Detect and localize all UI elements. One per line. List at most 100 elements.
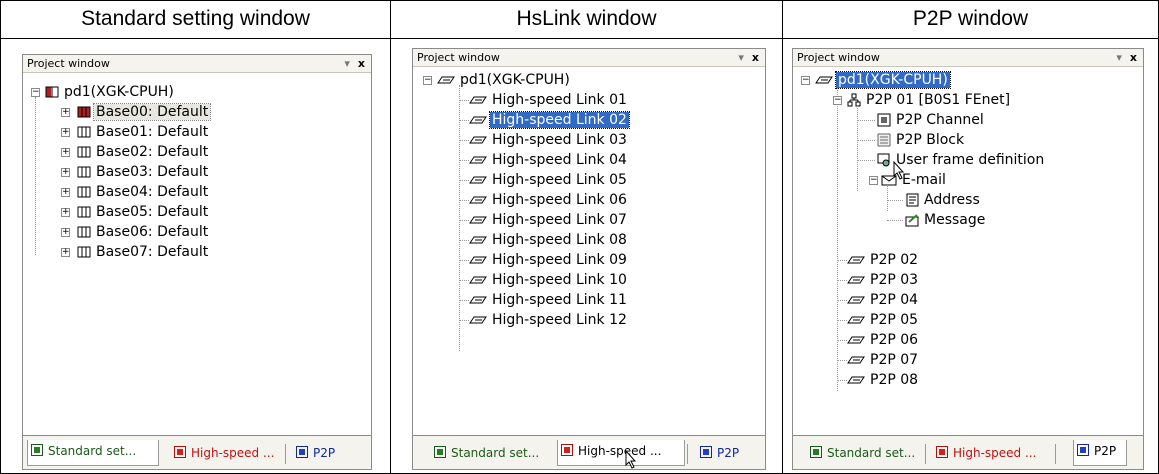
tab-highspeed[interactable]: High-speed ... bbox=[933, 442, 1045, 464]
tree-root[interactable]: pd1(XGK-CPUH) bbox=[815, 70, 951, 90]
network-cable-icon bbox=[469, 116, 487, 124]
close-icon[interactable]: x bbox=[358, 57, 365, 70]
pin-icon[interactable]: ▾ bbox=[738, 51, 744, 64]
panel-title: Project window bbox=[27, 57, 110, 70]
tree-item-p2p[interactable]: P2P 06 bbox=[847, 330, 920, 350]
tree-item-hslink[interactable]: High-speed Link 06 bbox=[469, 190, 629, 210]
tree-item-base[interactable]: Base01: Default bbox=[77, 122, 210, 142]
close-icon[interactable]: x bbox=[1130, 51, 1137, 64]
expand-icon[interactable]: + bbox=[61, 208, 70, 217]
tree-item-base[interactable]: Base07: Default bbox=[77, 242, 210, 262]
tree-root-label: pd1(XGK-CPUH) bbox=[64, 84, 174, 100]
tree-item-p2p-channel[interactable]: P2P Channel bbox=[877, 110, 986, 130]
header-divider bbox=[0, 38, 1159, 39]
network-cable-icon bbox=[847, 336, 865, 344]
tree-item-p2p[interactable]: P2P 02 bbox=[847, 250, 920, 270]
tree-item-email[interactable]: E-mail bbox=[881, 170, 948, 190]
tree-item-hslink[interactable]: High-speed Link 11 bbox=[469, 290, 629, 310]
tree-item-label: High-speed Link 02 bbox=[489, 111, 630, 129]
network-cable-icon bbox=[469, 256, 487, 264]
expand-icon[interactable]: + bbox=[61, 128, 70, 137]
collapse-icon[interactable]: − bbox=[423, 76, 432, 85]
expand-icon[interactable]: + bbox=[61, 108, 70, 117]
panel-tabbar: Standard set... High-speed ... P2P bbox=[413, 435, 765, 469]
pin-icon[interactable]: ▾ bbox=[1116, 51, 1122, 64]
pin-icon[interactable]: ▾ bbox=[344, 57, 350, 70]
tree-item-label: P2P Block bbox=[896, 132, 965, 148]
tree-item-label: User frame definition bbox=[896, 152, 1045, 168]
expand-icon[interactable]: + bbox=[61, 168, 70, 177]
network-cable-icon bbox=[469, 276, 487, 284]
collapse-icon[interactable]: − bbox=[833, 96, 842, 105]
tree-item-hslink[interactable]: High-speed Link 10 bbox=[469, 270, 629, 290]
tab-highspeed-label: High-speed ... bbox=[953, 446, 1037, 460]
tree-item-label: E-mail bbox=[902, 172, 946, 188]
tree-item-hslink[interactable]: High-speed Link 07 bbox=[469, 210, 629, 230]
tab-standard[interactable]: Standard set... bbox=[431, 442, 541, 464]
collapse-icon[interactable]: − bbox=[801, 76, 810, 85]
tree-item-label: Base06: Default bbox=[96, 224, 209, 240]
tab-p2p[interactable]: P2P bbox=[697, 442, 747, 464]
tree-root[interactable]: pd1(XGK-CPUH) bbox=[437, 70, 572, 90]
tree-item-base[interactable]: Base03: Default bbox=[77, 162, 210, 182]
tree-item-label: High-speed Link 10 bbox=[492, 272, 627, 288]
collapse-icon[interactable]: − bbox=[869, 176, 878, 185]
tree-item-label: Base00: Default bbox=[92, 103, 212, 121]
tree-root[interactable]: pd1(XGK-CPUH) bbox=[45, 82, 176, 102]
address-book-icon bbox=[906, 193, 919, 207]
tree-item-message[interactable]: Message bbox=[905, 210, 987, 230]
tab-highspeed-label: High-speed ... bbox=[191, 446, 275, 460]
tab-highspeed[interactable]: High-speed ... bbox=[171, 442, 283, 464]
tree-item-p2p[interactable]: P2P 04 bbox=[847, 290, 920, 310]
tree-item-p2p[interactable]: P2P 05 bbox=[847, 310, 920, 330]
panel-titlebar: Project window ▾ x bbox=[413, 49, 765, 67]
panel-titlebar: Project window ▾ x bbox=[23, 55, 371, 73]
expand-icon[interactable]: + bbox=[61, 248, 70, 257]
tab-p2p[interactable]: P2P bbox=[1073, 440, 1127, 466]
tree-item-label: P2P 02 bbox=[870, 252, 919, 268]
network-cable-icon bbox=[469, 156, 487, 164]
tree-item-label: P2P 04 bbox=[870, 292, 919, 308]
cpu-icon bbox=[45, 86, 59, 98]
tree-item-label: P2P 06 bbox=[870, 332, 919, 348]
tab-standard[interactable]: Standard set... bbox=[807, 442, 917, 464]
tree-item-base[interactable]: Base05: Default bbox=[77, 202, 210, 222]
table-border-left bbox=[0, 0, 1, 474]
expand-icon[interactable]: + bbox=[61, 228, 70, 237]
tree-item-hslink[interactable]: High-speed Link 08 bbox=[469, 230, 629, 250]
tree-item-hslink[interactable]: High-speed Link 05 bbox=[469, 170, 629, 190]
collapse-icon[interactable]: − bbox=[31, 88, 40, 97]
network-cable-icon bbox=[437, 76, 455, 84]
tree-item-base[interactable]: Base04: Default bbox=[77, 182, 210, 202]
user-frame-icon bbox=[877, 153, 890, 167]
tree-item-hslink[interactable]: High-speed Link 04 bbox=[469, 150, 629, 170]
tab-highspeed[interactable]: High-speed ... bbox=[557, 440, 685, 466]
message-icon bbox=[905, 214, 919, 227]
tree-item-address[interactable]: Address bbox=[905, 190, 982, 210]
tree-item-label: Address bbox=[924, 192, 980, 208]
tree-item-p2p[interactable]: P2P 08 bbox=[847, 370, 920, 390]
project-window-hslink: Project window ▾ x − pd1(XGK-CPUH) High-s… bbox=[412, 48, 766, 470]
tree-item-base[interactable]: Base00: Default bbox=[77, 102, 212, 122]
tree-item-p2p[interactable]: P2P 07 bbox=[847, 350, 920, 370]
tree-root-label: pd1(XGK-CPUH) bbox=[460, 72, 570, 88]
tree-item-label: Base03: Default bbox=[96, 164, 209, 180]
tree-item-hslink[interactable]: High-speed Link 01 bbox=[469, 90, 629, 110]
expand-icon[interactable]: + bbox=[61, 148, 70, 157]
network-cable-icon bbox=[847, 276, 865, 284]
header-hslink: HsLink window bbox=[516, 7, 657, 30]
tree-item-p2p-block[interactable]: P2P Block bbox=[877, 130, 966, 150]
tree-item-hslink[interactable]: High-speed Link 02 bbox=[469, 110, 630, 130]
tree-item-hslink[interactable]: High-speed Link 03 bbox=[469, 130, 629, 150]
tab-p2p[interactable]: P2P bbox=[293, 442, 343, 464]
tree-item-label: P2P Channel bbox=[896, 112, 984, 128]
close-icon[interactable]: x bbox=[752, 51, 759, 64]
tab-standard[interactable]: Standard set... bbox=[27, 440, 159, 466]
expand-icon[interactable]: + bbox=[61, 188, 70, 197]
tree-item-base[interactable]: Base06: Default bbox=[77, 222, 210, 242]
tree-item-p2p[interactable]: P2P 03 bbox=[847, 270, 920, 290]
tree-item-hslink[interactable]: High-speed Link 09 bbox=[469, 250, 629, 270]
tree-item-p2p01[interactable]: P2P 01 [B0S1 FEnet] bbox=[847, 90, 1012, 110]
tree-item-hslink[interactable]: High-speed Link 12 bbox=[469, 310, 629, 330]
tree-item-base[interactable]: Base02: Default bbox=[77, 142, 210, 162]
